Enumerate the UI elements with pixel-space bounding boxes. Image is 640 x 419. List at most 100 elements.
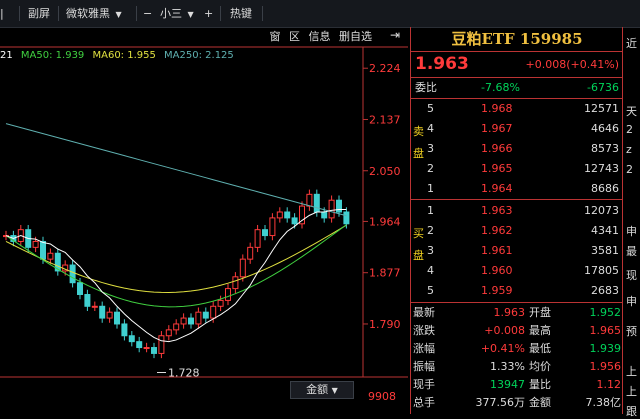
secondary-screen-button[interactable]: 副屏 xyxy=(28,6,50,22)
webi-label: 委比 xyxy=(415,81,437,94)
book-volume: 8573 xyxy=(591,142,619,155)
stat-value: +0.41% xyxy=(480,342,525,355)
stat-value: 1.939 xyxy=(589,342,622,355)
book-volume: 12571 xyxy=(584,102,619,115)
candle-body xyxy=(336,199,342,213)
font-size-label: 小三 xyxy=(160,7,182,20)
adjacent-panel-char: 现 xyxy=(626,269,637,282)
stat-label: 总手 xyxy=(413,396,435,409)
stat-label: 最高 xyxy=(529,324,551,337)
bid-side-label: 盘 xyxy=(413,249,424,262)
candle-body xyxy=(306,193,313,207)
adjacent-panel-char: 最 xyxy=(626,245,637,258)
chevron-down-icon: ▼ xyxy=(187,10,194,19)
book-price: 1.962 xyxy=(481,224,513,237)
bid-row: 1 1.963 12073 xyxy=(411,201,623,221)
stat-label: 最新 xyxy=(413,306,435,319)
chevron-down-icon: ▼ xyxy=(331,386,338,395)
quote-panel: 豆粕ETF 159985 1.963 +0.008(+0.41%) 委比 -7.… xyxy=(410,27,623,414)
candle-body xyxy=(114,311,120,325)
book-volume: 3581 xyxy=(591,244,619,257)
adjacent-panel-char: 2 xyxy=(626,163,633,176)
volume-tab[interactable]: 金额 ▼ xyxy=(290,381,354,399)
candle-body xyxy=(210,305,217,319)
book-price: 1.960 xyxy=(481,264,513,277)
stat-value: 1.965 xyxy=(589,324,622,337)
book-level: 2 xyxy=(427,162,434,175)
stat-row: 振幅 1.33% 均价 1.956 xyxy=(411,357,623,377)
stat-value: 1.956 xyxy=(589,360,622,373)
book-level: 4 xyxy=(427,122,434,135)
toolbar-separator xyxy=(262,6,263,21)
y-tick-label: 1.790 xyxy=(369,318,401,331)
book-price: 1.966 xyxy=(481,142,513,155)
ask-row: 1 1.964 8686 xyxy=(411,179,623,199)
ask-row: 4 1.967 4646 xyxy=(411,119,623,139)
stat-row: 最新 1.963 开盘 1.952 xyxy=(411,303,623,323)
ma250-line xyxy=(5,123,347,217)
stat-label: 振幅 xyxy=(413,360,435,373)
candle-body xyxy=(121,323,128,337)
stat-value: 1.963 xyxy=(493,306,526,319)
ask-row: 2 1.965 12743 xyxy=(411,159,623,179)
y-tick-label: 2.050 xyxy=(369,165,401,178)
book-price: 1.961 xyxy=(481,244,513,257)
book-level: 3 xyxy=(427,244,434,257)
book-level: 2 xyxy=(427,224,434,237)
book-level: 4 xyxy=(427,264,434,277)
candle-body xyxy=(291,217,298,225)
book-volume: 2683 xyxy=(591,284,619,297)
font-family-dropdown[interactable]: 微软雅黑 ▼ xyxy=(66,6,122,22)
ask-side-label: 盘 xyxy=(413,147,424,160)
stat-label: 最低 xyxy=(529,342,551,355)
stat-row: 涨跌 +0.008 最高 1.965 xyxy=(411,321,623,341)
book-price: 1.968 xyxy=(481,102,513,115)
candle-body xyxy=(313,193,320,213)
candle-body xyxy=(180,317,187,325)
stat-row: 总手 377.56万 金额 7.38亿 xyxy=(411,393,623,413)
font-size-dropdown[interactable]: 小三 ▼ xyxy=(160,6,194,22)
book-level: 3 xyxy=(427,142,434,155)
adjacent-panel-char: 天 xyxy=(626,105,637,118)
ask-row: 5 1.968 12571 xyxy=(411,99,623,119)
hotkey-button[interactable]: 热键 xyxy=(230,6,252,22)
adjacent-panel-char: 申 xyxy=(626,295,637,308)
kline-chart-area[interactable]: 窗 区 信息 删自选 ⇥ 21 MA50: 1.939 MA60: 1.955 … xyxy=(0,27,408,414)
book-volume: 4341 xyxy=(591,224,619,237)
candle-body xyxy=(173,323,180,331)
candle-body xyxy=(99,305,106,319)
candle-body xyxy=(165,329,172,337)
candle-body xyxy=(106,311,113,319)
bid-row: 4 1.960 17805 xyxy=(411,261,623,281)
candle-body xyxy=(195,311,202,325)
stat-label: 均价 xyxy=(529,360,551,373)
volume-axis-value: 9908 xyxy=(368,390,396,403)
toolbar-separator xyxy=(136,6,137,21)
decrease-font-button[interactable]: − xyxy=(143,6,152,22)
candle-body xyxy=(328,199,335,219)
candle-body xyxy=(188,317,194,325)
book-volume: 12073 xyxy=(584,204,619,217)
bid-row: 5 1.959 2683 xyxy=(411,281,623,301)
stat-label: 金额 xyxy=(529,396,551,409)
book-price: 1.959 xyxy=(481,284,513,297)
candle-body xyxy=(128,335,135,343)
toolbar-separator xyxy=(19,6,20,21)
stat-label: 涨跌 xyxy=(413,324,435,337)
kline-svg: 2.224 2.137 2.050 1.964 1.877 1.790 1.728 xyxy=(0,46,408,380)
stat-row: 涨幅 +0.41% 最低 1.939 xyxy=(411,339,623,359)
webi-row: 委比 -7.68% -6736 xyxy=(411,78,623,98)
chevron-down-icon: ▼ xyxy=(115,10,122,19)
candle-body xyxy=(217,299,224,307)
increase-font-button[interactable]: + xyxy=(204,6,213,22)
candle-body xyxy=(40,240,46,260)
candle-body xyxy=(239,258,246,278)
book-level: 1 xyxy=(427,204,434,217)
candle-body xyxy=(91,305,98,308)
stat-value: 13947 xyxy=(490,378,525,391)
price-change: +0.008(+0.41%) xyxy=(525,58,619,71)
last-price: 1.963 xyxy=(415,54,469,74)
low-marker-label: 1.728 xyxy=(168,367,200,380)
book-price: 1.964 xyxy=(481,182,513,195)
toolbar-left-edge: | xyxy=(0,7,4,20)
